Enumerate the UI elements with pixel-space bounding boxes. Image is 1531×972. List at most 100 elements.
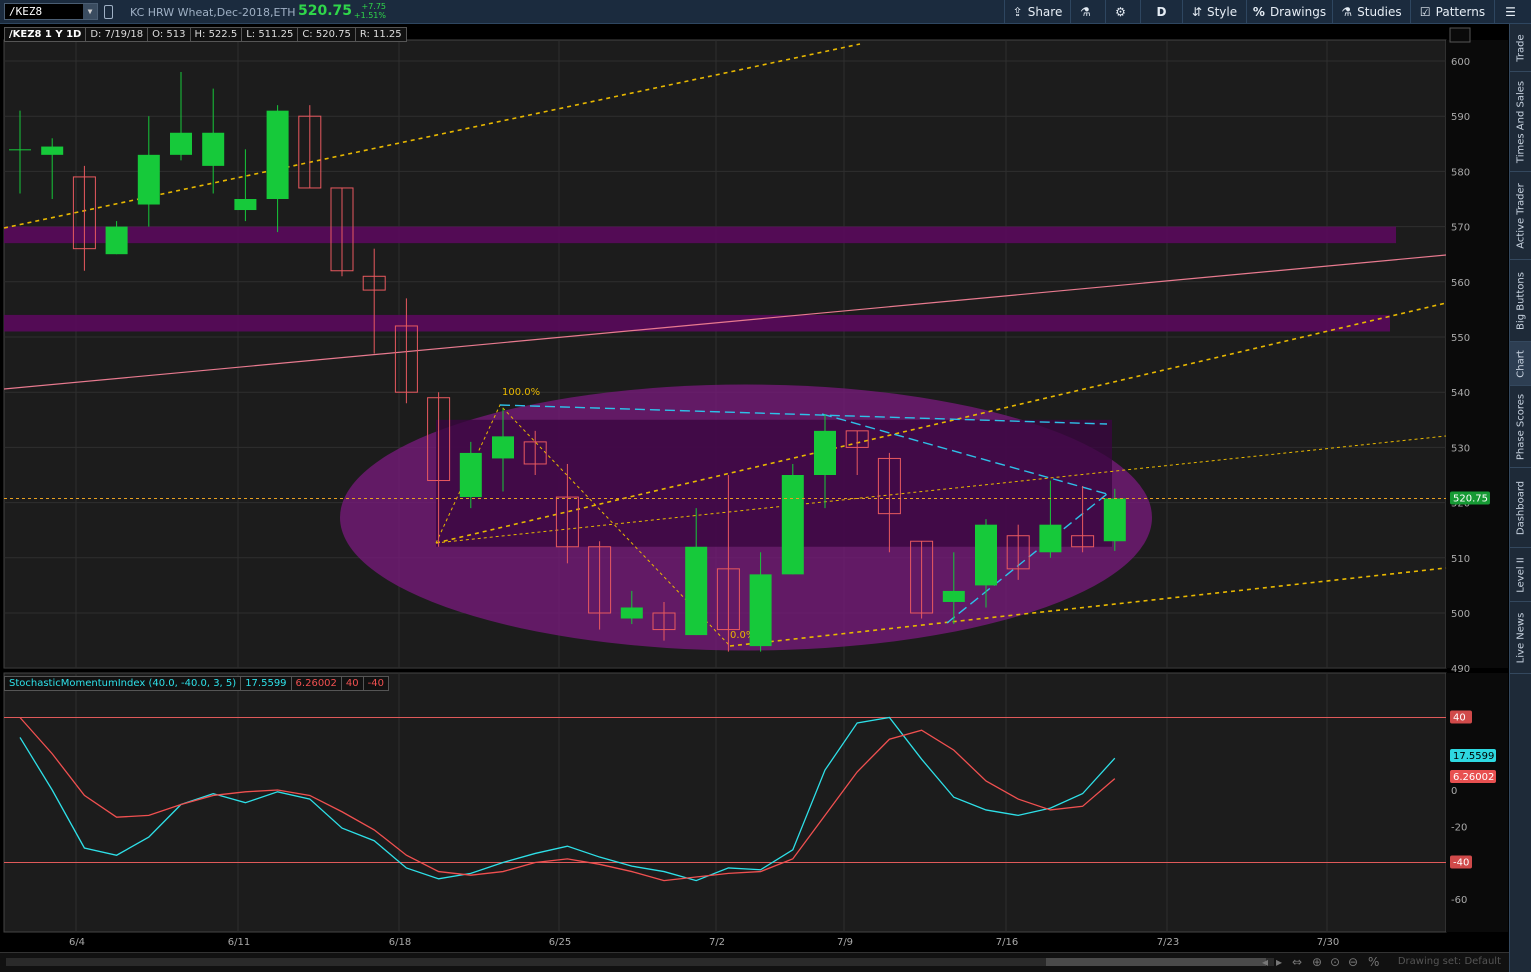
symbol-input[interactable]: /KEZ8 ▼ xyxy=(4,3,98,20)
symbol-text: /KEZ8 xyxy=(9,5,43,18)
studies-button[interactable]: ⚗ Studies xyxy=(1332,0,1410,24)
date-tick-label: 7/9 xyxy=(837,937,853,948)
style-label: Style xyxy=(1206,5,1238,19)
patterns-icon: ☑ xyxy=(1419,5,1431,19)
sidebar-tab-level-ii[interactable]: Level II xyxy=(1510,548,1531,602)
gear-icon: ⚙ xyxy=(1115,5,1126,19)
price-tick-label: 530 xyxy=(1451,443,1470,454)
candle-body-up xyxy=(137,154,160,205)
sidebar-tab-label: Big Buttons xyxy=(1515,271,1526,330)
sidebar-tab-label: Times And Sales xyxy=(1515,80,1526,163)
candle-body-up xyxy=(620,607,643,619)
study-panel xyxy=(3,672,1447,933)
consolidation-box xyxy=(436,419,1112,547)
study-tick-label: 0 xyxy=(1451,786,1457,797)
fib-label-100: 100.0% xyxy=(502,387,540,398)
bottom-toolbar: ◂ ▸ ⇔ ⊕ ⊙ ⊖ % Drawing set: Default xyxy=(0,952,1509,972)
smi-value-label: 17.5599 xyxy=(1453,751,1494,762)
scroll-left-icon[interactable]: ◂ xyxy=(1262,955,1268,969)
flask-button[interactable]: ⚗ xyxy=(1070,0,1105,24)
sidebar-tab-label: Trade xyxy=(1515,33,1526,62)
right-sidebar: Trade Times And Sales Active Trader Big But… xyxy=(1509,24,1531,972)
price-tick-label: 580 xyxy=(1451,167,1470,178)
candle-body-up xyxy=(105,226,128,255)
sidebar-tab-label: Live News xyxy=(1515,612,1526,663)
study-name[interactable]: StochasticMomentumIndex (40.0, -40.0, 3,… xyxy=(4,676,242,691)
symbol-description: KC HRW Wheat,Dec-2018,ETH xyxy=(130,6,296,19)
sidebar-tab-active-trader[interactable]: Active Trader xyxy=(1510,172,1531,260)
sidebar-tab-trade[interactable]: Trade xyxy=(1510,24,1531,72)
sidebar-tab-dashboard[interactable]: Dashboard xyxy=(1510,468,1531,548)
sidebar-tab-chart[interactable]: Chart xyxy=(1510,342,1531,386)
symbol-dropdown-icon[interactable]: ▼ xyxy=(83,4,97,19)
sidebar-tab-label: Chart xyxy=(1515,349,1526,378)
candle-body-up xyxy=(781,475,804,575)
zoom-out-icon[interactable]: ⊖ xyxy=(1348,955,1358,969)
sidebar-tab-big-buttons[interactable]: Big Buttons xyxy=(1510,260,1531,342)
horizontal-scrollbar[interactable] xyxy=(6,958,1274,966)
draw-tool-icon xyxy=(1449,27,1471,43)
candle-body-up xyxy=(975,524,997,586)
candle-body-up xyxy=(170,132,192,155)
scroll-right-icon[interactable]: ▸ xyxy=(1276,955,1282,969)
sidebar-tab-label: Dashboard xyxy=(1515,480,1526,535)
candle-body-up xyxy=(1039,524,1062,553)
style-button[interactable]: ⇵ Style xyxy=(1182,0,1246,24)
patterns-button[interactable]: ☑ Patterns xyxy=(1410,0,1494,24)
study-info-bar[interactable]: StochasticMomentumIndex (40.0, -40.0, 3,… xyxy=(4,676,389,691)
percent-icon: % xyxy=(1252,5,1265,19)
chart-header: /KEZ8 ▼ KC HRW Wheat,Dec-2018,ETH 520.75… xyxy=(0,0,1531,24)
candle-body-up xyxy=(814,430,836,475)
price-change: +7.75 +1.51% xyxy=(348,2,386,22)
study-value-smi: 17.5599 xyxy=(240,676,292,691)
sidebar-tab-label: Level II xyxy=(1515,556,1526,593)
price-axis xyxy=(1446,40,1508,668)
study-value-under: -40 xyxy=(362,676,389,691)
price-tick-label: 550 xyxy=(1451,333,1470,344)
candle-body-up xyxy=(749,574,772,647)
sidebar-tab-live-news[interactable]: Live News xyxy=(1510,602,1531,674)
sidebar-tab-times-and-sales[interactable]: Times And Sales xyxy=(1510,72,1531,172)
flask-icon: ⚗ xyxy=(1080,5,1091,19)
sidebar-tab-phase-scores[interactable]: Phase Scores xyxy=(1510,386,1531,468)
date-tick-label: 7/23 xyxy=(1157,937,1179,948)
price-tick-label: 590 xyxy=(1451,112,1470,123)
menu-button[interactable]: ☰ xyxy=(1494,0,1531,24)
zoom-in-icon[interactable]: ⊕ xyxy=(1312,955,1322,969)
study-value-over: 40 xyxy=(340,676,364,691)
scrollbar-thumb[interactable] xyxy=(1046,958,1266,966)
candle-body-up xyxy=(942,590,965,602)
zoom-fit-icon[interactable]: ⊙ xyxy=(1330,955,1340,969)
last-price-label: 520.75 xyxy=(1453,493,1488,504)
share-label: Share xyxy=(1027,5,1063,19)
study-level-label: -40 xyxy=(1453,858,1469,869)
menu-icon: ☰ xyxy=(1505,5,1516,19)
share-button[interactable]: ⇪ Share xyxy=(1004,0,1070,24)
candle-body-up xyxy=(459,452,482,498)
candle-body-up xyxy=(41,146,64,155)
price-tick-label: 600 xyxy=(1451,57,1470,68)
candle-body-up xyxy=(9,149,31,151)
candle-body-up xyxy=(234,199,257,211)
settings-button[interactable]: ⚙ xyxy=(1105,0,1140,24)
supply-zone-lower xyxy=(4,314,1390,332)
chart-canvas[interactable]: 4905005105205305405505605705805906006/46… xyxy=(0,24,1509,952)
bar-high: H: 522.5 xyxy=(189,27,243,42)
aggregation-label: D xyxy=(1156,5,1167,19)
date-tick-label: 7/30 xyxy=(1317,937,1339,948)
price-tick-label: 540 xyxy=(1451,388,1470,399)
pan-icon[interactable]: ⇔ xyxy=(1292,955,1302,969)
bar-date: D: 7/19/18 xyxy=(85,27,149,42)
bar-close: C: 520.75 xyxy=(297,27,356,42)
date-tick-label: 7/16 xyxy=(996,937,1018,948)
link-icon[interactable] xyxy=(104,5,113,19)
percent-zoom-icon[interactable]: % xyxy=(1368,955,1379,969)
bar-open: O: 513 xyxy=(147,27,191,42)
sidebar-tab-label: Phase Scores xyxy=(1515,393,1526,460)
aggregation-button[interactable]: D xyxy=(1140,0,1182,24)
study-tick-label: -60 xyxy=(1451,895,1467,906)
drawing-set: Drawing set: Default xyxy=(1397,956,1501,967)
date-tick-label: 6/18 xyxy=(389,937,411,948)
drawings-button[interactable]: % Drawings xyxy=(1246,0,1332,24)
bar-range: R: 11.25 xyxy=(354,27,407,42)
